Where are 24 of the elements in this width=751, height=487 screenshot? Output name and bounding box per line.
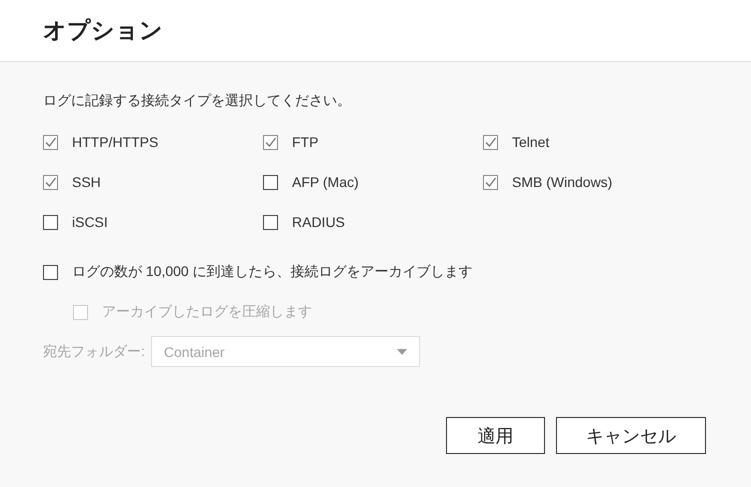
checkbox[interactable]	[43, 264, 58, 280]
destination-label: 宛先フォルダー:	[43, 342, 145, 360]
checkbox[interactable]	[263, 174, 278, 190]
cancel-button[interactable]: キャンセル	[556, 417, 706, 454]
dialog-title: オプション	[43, 16, 163, 45]
checkbox[interactable]	[43, 134, 58, 150]
checkbox[interactable]	[43, 214, 58, 230]
checkbox[interactable]	[483, 174, 498, 190]
checkbox[interactable]	[263, 134, 278, 150]
checkbox[interactable]	[263, 214, 278, 230]
checkbox-label[interactable]: HTTP/HTTPS	[43, 134, 158, 150]
checkbox[interactable]	[43, 174, 58, 190]
checkbox-label[interactable]: RADIUS	[263, 214, 345, 230]
instruction-text: ログに記録する接続タイプを選択してください。	[43, 92, 351, 110]
checkbox-label[interactable]: FTP	[263, 134, 318, 150]
checkbox-label[interactable]: AFP (Mac)	[263, 174, 359, 190]
checkbox-label[interactable]: SMB (Windows)	[483, 174, 612, 190]
checkbox-label[interactable]: Telnet	[483, 134, 550, 150]
checkbox-label[interactable]: SSH	[43, 174, 101, 190]
checkbox-label[interactable]: iSCSI	[43, 214, 108, 230]
checkbox-label[interactable]: ログの数が 10,000 に到達したら、接続ログをアーカイブします	[43, 263, 473, 281]
caret-icon	[396, 348, 407, 354]
apply-button[interactable]: 適用	[446, 417, 545, 454]
checkbox[interactable]	[483, 134, 498, 150]
